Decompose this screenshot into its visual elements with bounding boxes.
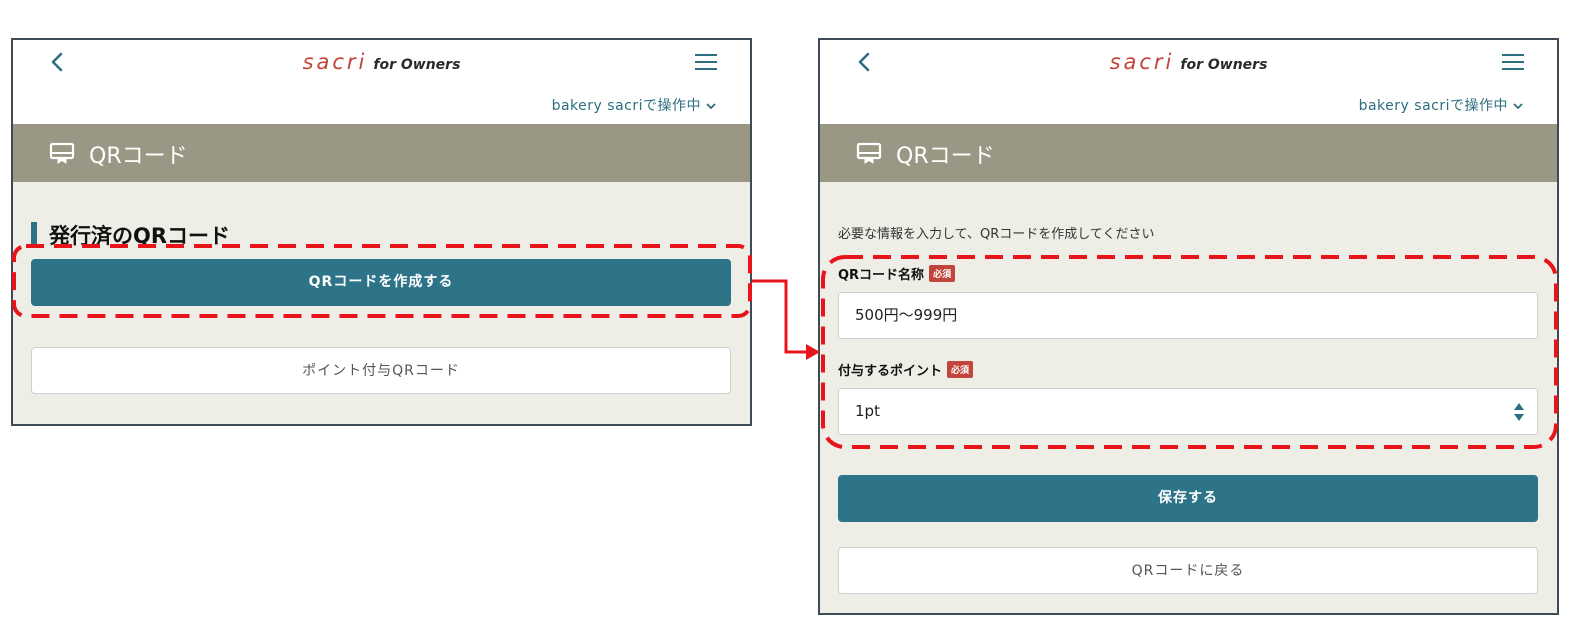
store-selector-bar: bakery sacriで操作中: [820, 86, 1557, 124]
register-icon: [856, 142, 882, 164]
store-selector-bar: bakery sacriで操作中: [13, 86, 750, 124]
qr-list-screen: sacri for Owners bakery sacriで操作中 QRコード 発…: [11, 38, 752, 426]
back-to-qr-button[interactable]: QRコードに戻る: [838, 547, 1538, 594]
top-nav-bar: sacri for Owners: [13, 40, 750, 87]
page-header: QRコード: [820, 124, 1557, 182]
page-header: QRコード: [13, 124, 750, 182]
qr-name-label: QRコード名称 必須: [838, 264, 956, 283]
qr-create-screen: sacri for Owners bakery sacriで操作中 QRコード 必…: [818, 38, 1559, 615]
store-selector[interactable]: bakery sacriで操作中: [1359, 95, 1523, 115]
app-logo: sacri for Owners: [302, 50, 461, 74]
save-button[interactable]: 保存する: [838, 475, 1538, 522]
hamburger-menu-icon[interactable]: [1501, 52, 1525, 72]
create-qr-button[interactable]: QRコードを作成する: [31, 259, 731, 306]
section-title: 発行済のQRコード: [31, 222, 230, 248]
hamburger-menu-icon[interactable]: [694, 52, 718, 72]
required-badge: 必須: [947, 361, 974, 378]
required-badge: 必須: [929, 265, 956, 282]
page-title: QRコード: [89, 144, 188, 169]
form-instruction: 必要な情報を入力して、QRコードを作成してください: [838, 227, 1155, 242]
top-nav-bar: sacri for Owners: [820, 40, 1557, 87]
chevron-down-icon: [706, 103, 716, 110]
store-selector[interactable]: bakery sacriで操作中: [552, 95, 716, 115]
points-select[interactable]: 1pt: [838, 388, 1538, 435]
register-icon: [49, 142, 75, 164]
select-updown-icon: [1514, 403, 1524, 421]
points-label: 付与するポイント 必須: [838, 360, 974, 379]
app-logo: sacri for Owners: [1109, 50, 1268, 74]
qr-name-input[interactable]: 500円〜999円: [838, 292, 1538, 339]
point-qr-button[interactable]: ポイント付与QRコード: [31, 347, 731, 394]
chevron-down-icon: [1513, 103, 1523, 110]
flow-arrow-line: [752, 279, 808, 354]
page-title: QRコード: [896, 144, 995, 169]
